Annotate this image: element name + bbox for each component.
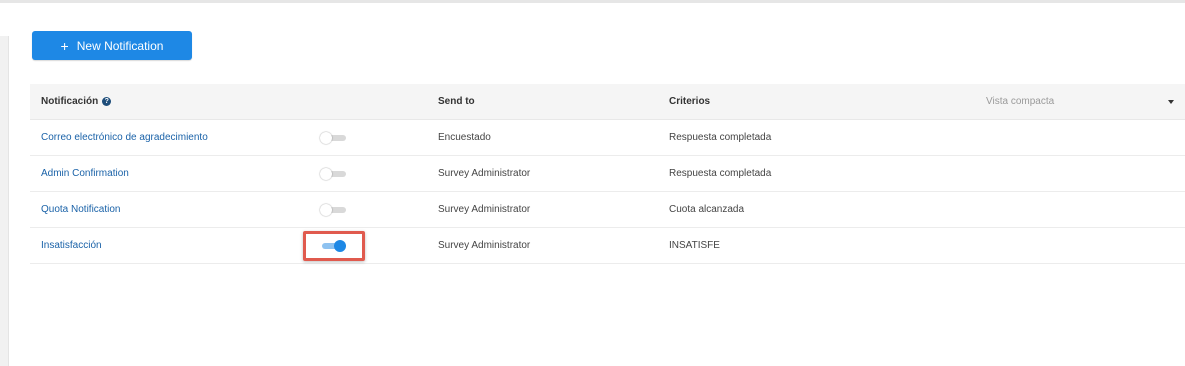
plus-icon: +: [60, 37, 69, 54]
view-mode-value: Vista compacta: [986, 96, 1055, 107]
column-header-criteria: Criterios: [669, 96, 711, 107]
criteria-value: Respuesta completada: [669, 168, 772, 179]
send-to-value: Survey Administrator: [438, 168, 531, 179]
criteria-value: Cuota alcanzada: [669, 204, 745, 215]
notifications-table: Notificación ? Send to Criterios Vista c…: [30, 84, 1185, 264]
criteria-value: Respuesta completada: [669, 132, 772, 143]
table-row: Admin Confirmation Survey Administrator …: [30, 156, 1185, 192]
toggle-knob: [320, 132, 332, 144]
toggle-knob: [320, 204, 332, 216]
new-notification-button[interactable]: + New Notification: [32, 31, 192, 60]
notification-name-link[interactable]: Admin Confirmation: [41, 156, 129, 191]
notification-name-link[interactable]: Insatisfacción: [41, 228, 102, 263]
send-to-value: Survey Administrator: [438, 240, 531, 251]
help-icon[interactable]: ?: [102, 97, 112, 106]
send-to-value: Encuestado: [438, 132, 491, 143]
notification-toggle[interactable]: [320, 168, 346, 180]
column-header-send-to: Send to: [438, 96, 475, 107]
notification-toggle[interactable]: [320, 204, 346, 216]
chevron-down-icon: [1168, 99, 1174, 104]
highlight-box: [303, 231, 365, 261]
table-header: Notificación ? Send to Criterios Vista c…: [30, 84, 1185, 120]
view-mode-dropdown[interactable]: Vista compacta: [986, 84, 1178, 119]
new-notification-label: New Notification: [76, 38, 164, 53]
column-header-notification-label: Notificación: [41, 96, 99, 107]
criteria-value: INSATISFE: [669, 240, 720, 251]
table-row: Quota Notification Survey Administrator …: [30, 192, 1185, 228]
send-to-value: Survey Administrator: [438, 204, 531, 215]
toggle-knob: [320, 168, 332, 180]
table-row: Insatisfacción Survey Administrator INSA…: [30, 228, 1185, 264]
notification-toggle[interactable]: [320, 132, 346, 144]
left-panel-edge: [0, 36, 9, 366]
notification-name-link[interactable]: Correo electrónico de agradecimiento: [41, 120, 208, 155]
top-border: [0, 0, 1185, 3]
notification-name-link[interactable]: Quota Notification: [41, 192, 121, 227]
column-header-notification: Notificación ?: [41, 84, 112, 119]
table-row: Correo electrónico de agradecimiento Enc…: [30, 120, 1185, 156]
